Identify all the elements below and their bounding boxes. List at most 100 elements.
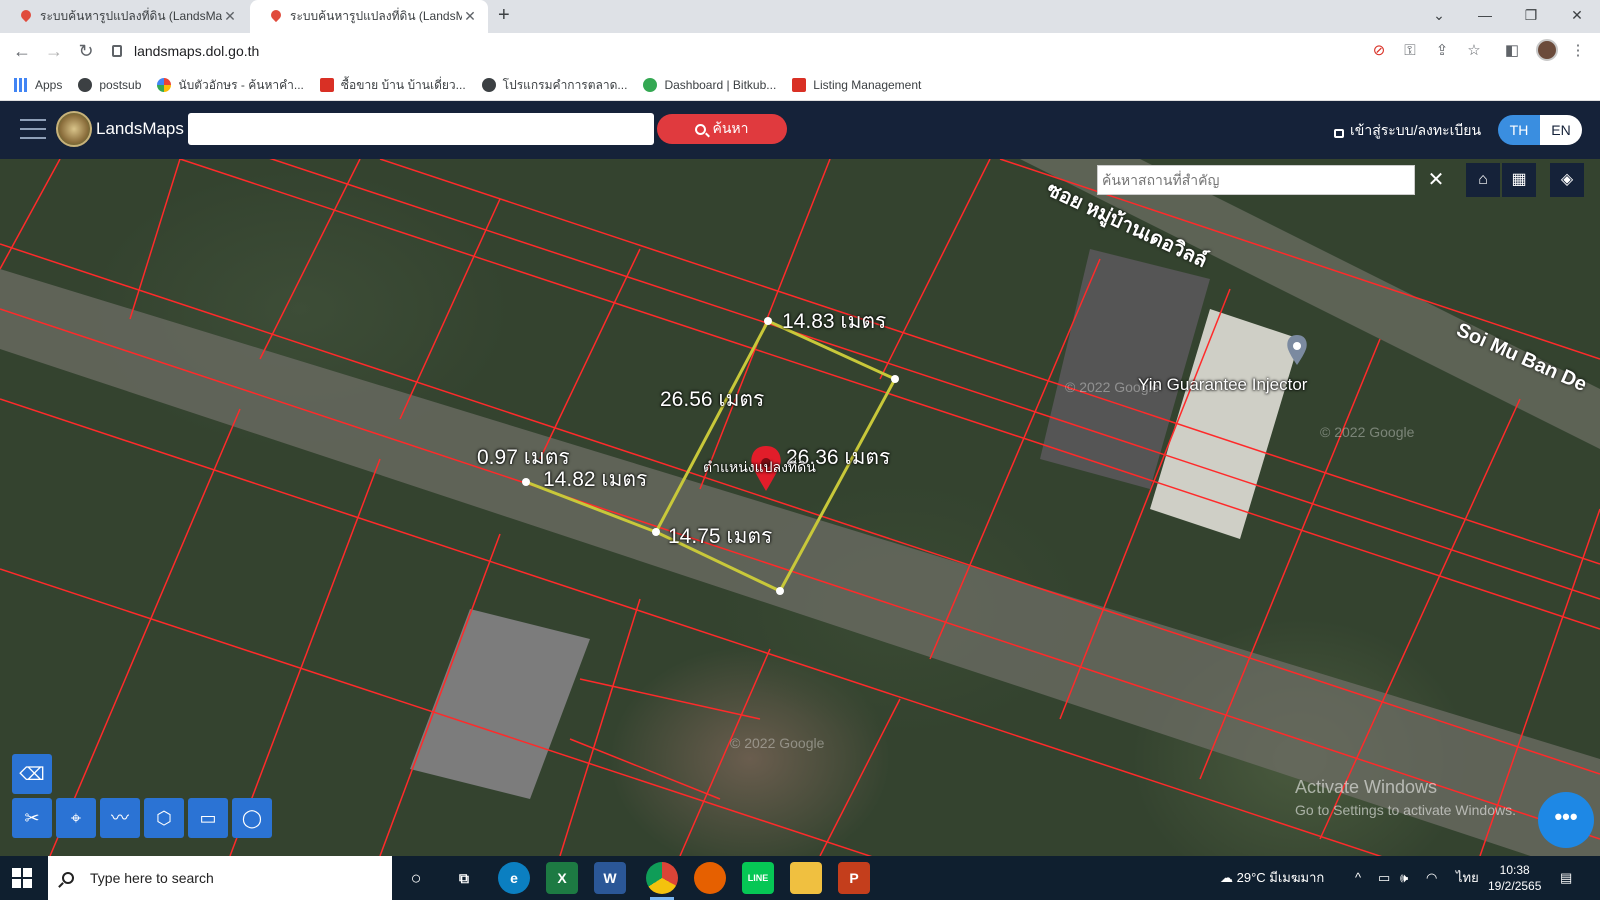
notification-icon[interactable]: ▤	[1560, 856, 1572, 900]
volume-icon[interactable]: 🕪	[1400, 856, 1408, 900]
network-icon[interactable]: ◠	[1426, 856, 1437, 900]
address-bar[interactable]: landsmaps.dol.go.th	[112, 36, 1342, 66]
home-icon[interactable]: ⌂	[1466, 163, 1500, 197]
excel-icon[interactable]: X	[546, 862, 578, 894]
share-icon[interactable]: ⇪	[1432, 41, 1452, 61]
road-surface	[0, 269, 1600, 856]
login-label: เข้าสู่ระบบ/ลงทะเบียน	[1350, 122, 1482, 138]
measure-label: 14.83 เมตร	[782, 310, 887, 333]
bookmark-buy-sell-house[interactable]: ซื้อขาย บ้าน บ้านเดี่ยว...	[319, 76, 466, 95]
search-icon	[62, 872, 74, 884]
back-icon[interactable]: ←	[10, 39, 34, 63]
taskbar-search-placeholder: Type here to search	[90, 870, 214, 886]
measure-label: 26.56 เมตร	[660, 388, 765, 411]
bookmark-marketing[interactable]: โปรแกรมคำการตลาด...	[481, 76, 628, 95]
word-icon[interactable]: W	[594, 862, 626, 894]
bookmark-label: ซื้อขาย บ้าน บ้านเดี่ยว...	[340, 77, 466, 92]
marker-label: ตำแหน่งแปลงที่ดิน	[703, 459, 816, 475]
bookmark-listing[interactable]: Listing Management	[792, 78, 921, 92]
measure-tool-icon[interactable]: ✂	[12, 798, 52, 838]
browser-tab-1[interactable]: ระบบค้นหารูปแปลงที่ดิน (LandsMaps) ✕	[0, 0, 248, 33]
bitkub-icon	[643, 78, 658, 92]
search-icon	[695, 123, 707, 135]
system-clock[interactable]: 10:38 19/2/2565	[1488, 862, 1541, 894]
blocked-location-icon[interactable]: ⊘	[1369, 41, 1389, 61]
weather-widget[interactable]: ☁ 29°C มีเมฆมาก	[1220, 856, 1324, 900]
measure-label: 14.75 เมตร	[668, 525, 773, 548]
windows-taskbar: Type here to search ○ ⧉ e X W LINE P ☁ 2…	[0, 856, 1600, 900]
lock-icon	[1334, 128, 1344, 138]
polygon-tool-icon[interactable]: ⬡	[144, 798, 184, 838]
bookmark-star-icon[interactable]: ☆	[1464, 41, 1484, 61]
file-explorer-icon[interactable]	[790, 862, 822, 894]
side-panel-icon[interactable]: ◧	[1502, 41, 1522, 61]
battery-icon[interactable]: ▭	[1378, 856, 1390, 900]
close-tab-icon[interactable]: ✕	[222, 8, 238, 25]
windows-start-icon[interactable]	[12, 868, 32, 888]
map-pin-favicon-icon	[270, 10, 282, 24]
hamburger-menu-icon[interactable]	[20, 119, 46, 139]
map-pin-favicon-icon	[20, 10, 32, 24]
polyline-tool-icon[interactable]: 〰	[100, 798, 140, 838]
circle-tool-icon[interactable]: ◯	[232, 798, 272, 838]
grid-index-icon[interactable]: ▦	[1502, 163, 1536, 197]
taskbar-search-box[interactable]: Type here to search	[48, 856, 392, 900]
place-search-input[interactable]	[1097, 165, 1415, 195]
key-icon[interactable]: ⚿	[1400, 41, 1420, 61]
lang-th-button[interactable]: TH	[1498, 115, 1540, 145]
bookmark-postsub[interactable]: postsub	[78, 78, 141, 92]
close-tab-icon[interactable]: ✕	[462, 8, 478, 25]
browser-tab-2[interactable]: ระบบค้นหารูปแปลงที่ดิน (LandsMaps) ✕	[250, 0, 488, 33]
forward-icon[interactable]: →	[42, 39, 66, 63]
close-search-icon[interactable]: ✕	[1425, 165, 1447, 195]
tray-chevron-icon[interactable]: ^	[1355, 856, 1361, 900]
input-language[interactable]: ไทย	[1456, 856, 1479, 900]
clock-date: 19/2/2565	[1488, 879, 1542, 893]
pin-tool-icon[interactable]: ⌖	[56, 798, 96, 838]
search-button[interactable]: ค้นหา	[657, 114, 787, 144]
activate-windows-watermark: Activate Windows Go to Settings to activ…	[1295, 777, 1516, 818]
powerpoint-icon[interactable]: P	[838, 862, 870, 894]
new-tab-icon[interactable]: +	[498, 4, 510, 27]
landsmaps-header: LandsMaps ค้นหา เข้าสู่ระบบ/ลงทะเบียน TH…	[0, 101, 1600, 159]
bookmark-label: โปรแกรมคำการตลาด...	[502, 77, 628, 92]
tab-title: ระบบค้นหารูปแปลงที่ดิน (LandsMaps)	[290, 9, 462, 23]
dol-logo	[56, 111, 92, 147]
bookmark-label: postsub	[99, 78, 142, 92]
satellite-map[interactable]: ซอย หมู่บ้านเดอวิลล์ Soi Mu Ban De Yin G…	[0, 159, 1600, 856]
lang-en-button[interactable]: EN	[1540, 115, 1582, 145]
parcel-boundaries	[0, 159, 1600, 856]
poi-label[interactable]: Yin Guarantee Injector	[1138, 375, 1307, 395]
activate-subtitle: Go to Settings to activate Windows.	[1295, 802, 1516, 818]
google-g-icon	[157, 78, 172, 92]
line-app-icon[interactable]: LINE	[742, 862, 774, 894]
restore-icon[interactable]: ❐	[1508, 0, 1554, 33]
firefox-icon[interactable]	[694, 862, 726, 894]
map-watermark: © 2022 Google	[1065, 379, 1160, 395]
close-window-icon[interactable]: ✕	[1554, 0, 1600, 33]
cortana-icon[interactable]: ○	[400, 862, 432, 894]
weather-text: 29°C มีเมฆมาก	[1236, 870, 1325, 885]
rectangle-tool-icon[interactable]: ▭	[188, 798, 228, 838]
parcel-search-input[interactable]	[188, 113, 654, 145]
login-register-link[interactable]: เข้าสู่ระบบ/ลงทะเบียน	[1334, 120, 1481, 142]
tab-search-chevron-icon[interactable]: ⌄	[1416, 0, 1462, 33]
bookmark-count-chars[interactable]: นับตัวอักษร - ค้นหาคำ...	[157, 76, 304, 95]
chrome-icon[interactable]	[646, 862, 678, 900]
layers-icon[interactable]: ◈	[1550, 163, 1584, 197]
browser-toolbar: ← → ↻ landsmaps.dol.go.th ⊘ ⚿ ⇪ ☆ ◧ ⋮	[0, 33, 1600, 70]
profile-avatar[interactable]	[1536, 39, 1558, 61]
search-button-label: ค้นหา	[712, 120, 749, 136]
bookmark-bitkub[interactable]: Dashboard | Bitkub...	[643, 78, 776, 92]
eraser-tool-icon[interactable]: ⌫	[12, 754, 52, 794]
reload-icon[interactable]: ↻	[74, 39, 98, 63]
task-view-icon[interactable]: ⧉	[448, 862, 480, 894]
brand-name: LandsMaps	[96, 119, 184, 138]
lock-icon	[112, 45, 122, 57]
chat-more-button[interactable]: •••	[1538, 792, 1594, 848]
clock-time: 10:38	[1499, 863, 1530, 877]
bookmark-apps[interactable]: Apps	[14, 78, 62, 92]
menu-kebab-icon[interactable]: ⋮	[1568, 41, 1588, 61]
minimize-icon[interactable]: —	[1462, 0, 1508, 33]
edge-icon[interactable]: e	[498, 862, 530, 894]
